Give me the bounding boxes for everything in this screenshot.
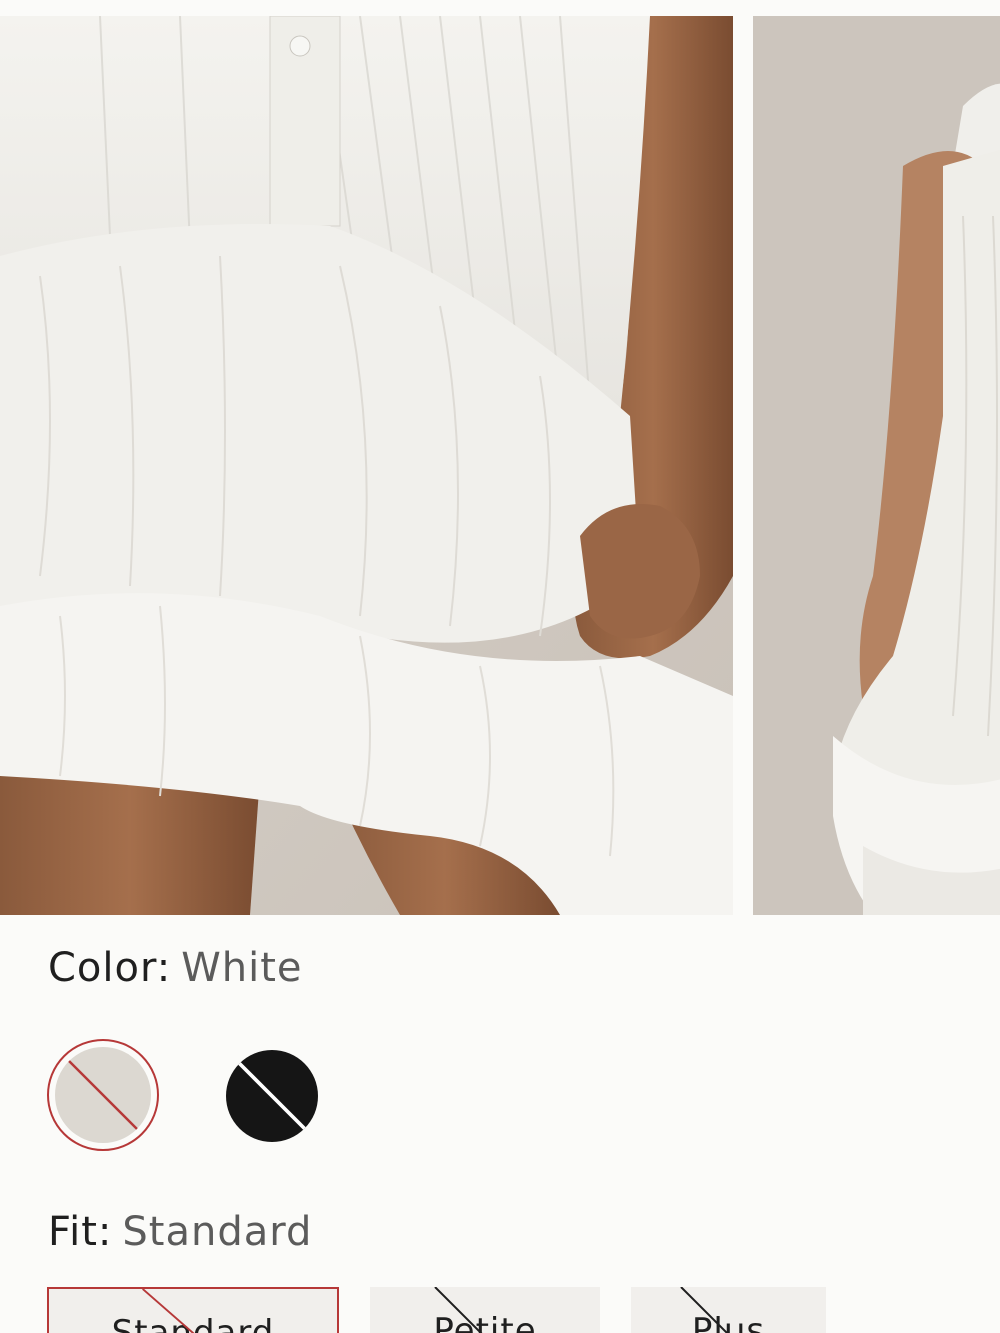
product-image-carousel[interactable] bbox=[0, 0, 1000, 915]
product-image-main[interactable] bbox=[0, 16, 733, 915]
fit-selected-value: Standard bbox=[122, 1209, 313, 1255]
color-selected-value: White bbox=[181, 945, 303, 991]
fit-option-petite[interactable]: Petite bbox=[370, 1287, 600, 1333]
unavailable-strike-icon bbox=[434, 1287, 483, 1333]
product-detail-page: Color: White Fit: Standard Standard Petite bbox=[0, 0, 1000, 1333]
fit-label: Fit: bbox=[48, 1209, 113, 1255]
swatch-white-fill bbox=[55, 1047, 151, 1143]
unavailable-strike-icon bbox=[65, 1057, 141, 1133]
fit-option-plus[interactable]: Plus bbox=[631, 1287, 826, 1333]
dress-side-photo bbox=[753, 16, 1000, 915]
color-heading: Color: White bbox=[48, 940, 303, 996]
unavailable-strike-icon bbox=[142, 1289, 195, 1333]
color-swatch-white[interactable] bbox=[47, 1039, 159, 1151]
dress-detail-photo bbox=[0, 16, 733, 915]
fit-option-standard[interactable]: Standard bbox=[47, 1287, 339, 1333]
color-label: Color: bbox=[48, 945, 172, 991]
unavailable-strike-icon bbox=[680, 1287, 729, 1333]
unavailable-strike-icon bbox=[237, 1061, 307, 1131]
fit-heading: Fit: Standard bbox=[48, 1204, 312, 1260]
color-swatch-black[interactable] bbox=[226, 1050, 318, 1142]
product-image-next[interactable] bbox=[753, 16, 1000, 915]
